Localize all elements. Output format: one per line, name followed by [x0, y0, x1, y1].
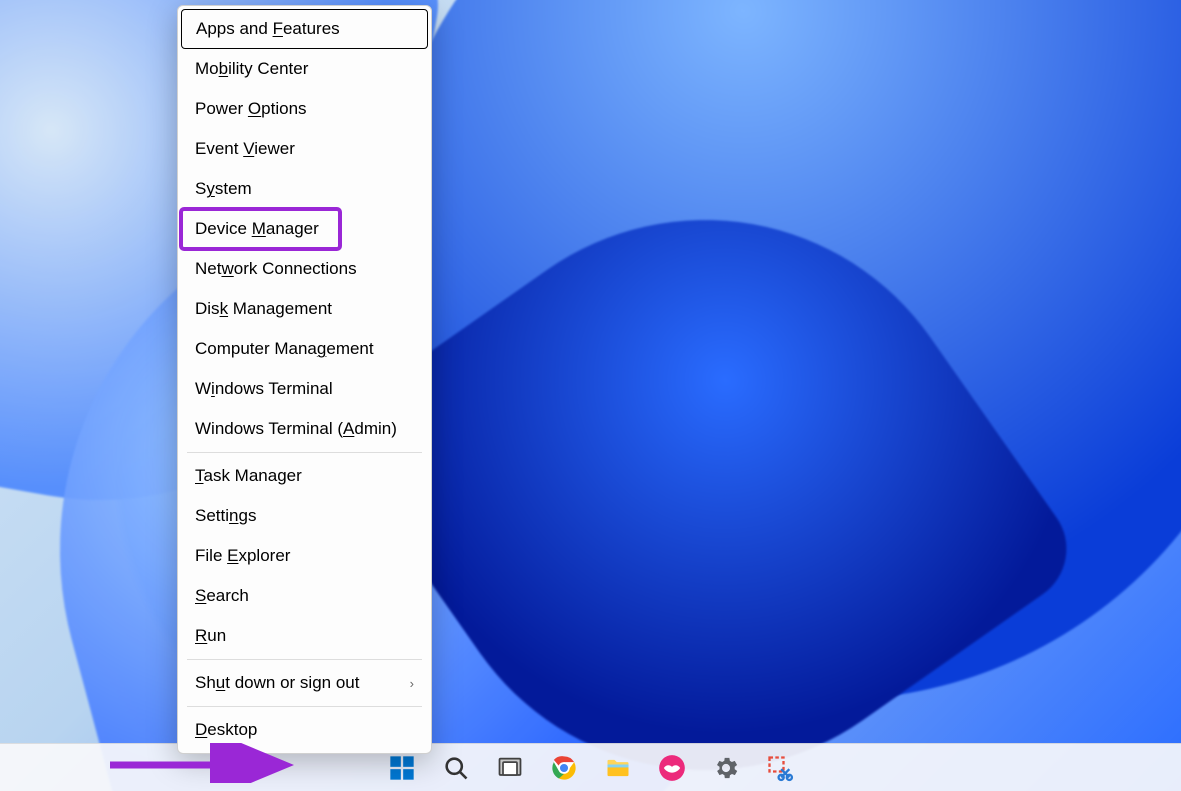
menu-item-label: Event Viewer [195, 139, 295, 159]
menu-separator [187, 659, 422, 660]
menu-item-label: System [195, 179, 252, 199]
chevron-right-icon: › [410, 676, 414, 691]
menu-item-label: Power Options [195, 99, 307, 119]
menu-item-label: Disk Management [195, 299, 332, 319]
menu-item-label: Mobility Center [195, 59, 308, 79]
menu-item-desktop[interactable]: Desktop [181, 710, 428, 750]
menu-item-label: Search [195, 586, 249, 606]
menu-item-computer-management[interactable]: Computer Management [181, 329, 428, 369]
menu-item-task-manager[interactable]: Task Manager [181, 456, 428, 496]
menu-item-windows-terminal-admin[interactable]: Windows Terminal (Admin) [181, 409, 428, 449]
menu-item-label: Settings [195, 506, 256, 526]
menu-item-label: Windows Terminal [195, 379, 333, 399]
menu-item-label: Shut down or sign out [195, 673, 359, 693]
chrome-app[interactable] [546, 750, 582, 786]
menu-item-label: Desktop [195, 720, 257, 740]
menu-item-system[interactable]: System [181, 169, 428, 209]
menu-item-settings[interactable]: Settings [181, 496, 428, 536]
menu-item-label: Windows Terminal (Admin) [195, 419, 397, 439]
menu-separator [187, 452, 422, 453]
menu-item-network-connections[interactable]: Network Connections [181, 249, 428, 289]
file-explorer-app[interactable] [600, 750, 636, 786]
winx-power-menu: Apps and Features Mobility Center Power Op… [177, 5, 432, 754]
menu-item-search[interactable]: Search [181, 576, 428, 616]
settings-app[interactable] [708, 750, 744, 786]
menu-item-disk-management[interactable]: Disk Management [181, 289, 428, 329]
menu-item-event-viewer[interactable]: Event Viewer [181, 129, 428, 169]
menu-item-label: Network Connections [195, 259, 357, 279]
menu-item-apps-features[interactable]: Apps and Features [181, 9, 428, 49]
task-view-button[interactable] [492, 750, 528, 786]
start-button[interactable] [384, 750, 420, 786]
menu-item-mobility-center[interactable]: Mobility Center [181, 49, 428, 89]
menu-item-label: Task Manager [195, 466, 302, 486]
menu-item-file-explorer[interactable]: File Explorer [181, 536, 428, 576]
menu-item-label: Device Manager [195, 219, 319, 239]
menu-separator [187, 706, 422, 707]
menu-item-power-options[interactable]: Power Options [181, 89, 428, 129]
menu-item-run[interactable]: Run [181, 616, 428, 656]
menu-item-windows-terminal[interactable]: Windows Terminal [181, 369, 428, 409]
snipping-tool-app[interactable] [762, 750, 798, 786]
menu-item-device-manager[interactable]: Device Manager [181, 209, 428, 249]
menu-item-shutdown-signout[interactable]: Shut down or sign out › [181, 663, 428, 703]
lips-app[interactable] [654, 750, 690, 786]
desktop-background: Apps and Features Mobility Center Power Op… [0, 0, 1181, 791]
menu-item-label: Computer Management [195, 339, 374, 359]
search-button[interactable] [438, 750, 474, 786]
menu-item-label: Apps and Features [196, 19, 340, 39]
menu-item-label: Run [195, 626, 226, 646]
menu-item-label: File Explorer [195, 546, 290, 566]
